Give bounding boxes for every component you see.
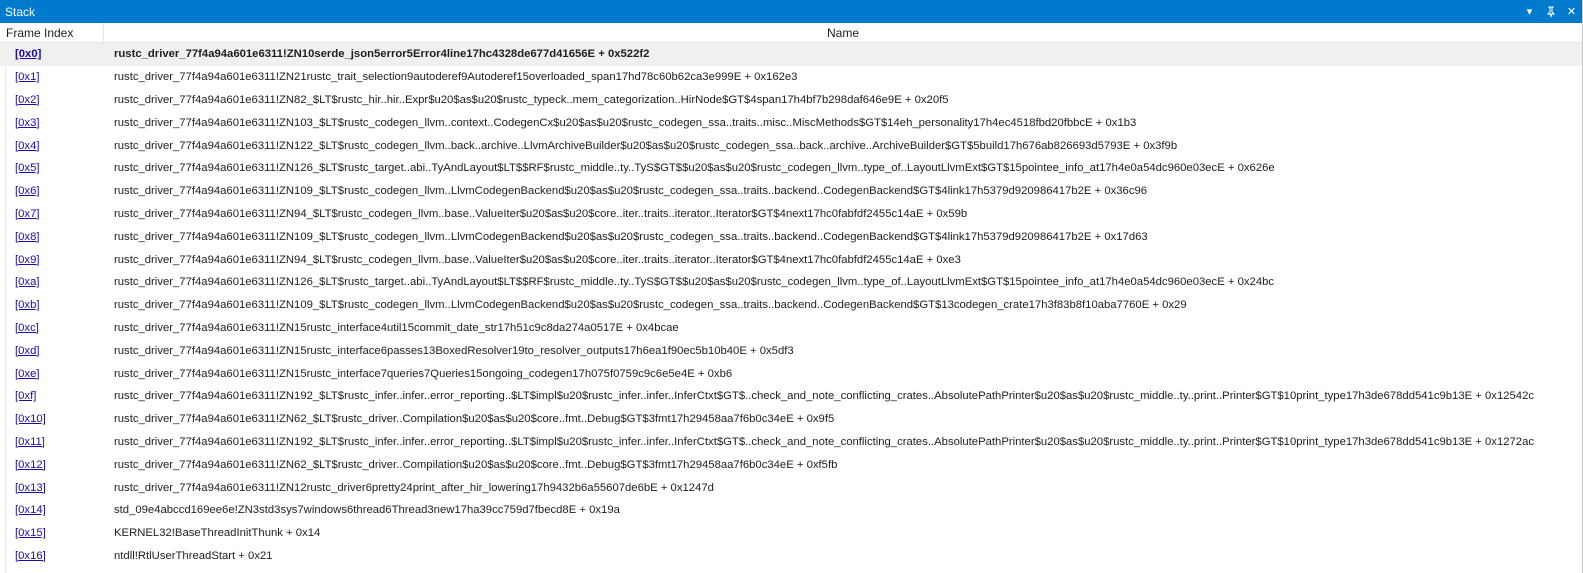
table-row[interactable]: [0x6] rustc_driver_77f4a94a601e6311!ZN109… xyxy=(0,180,1582,203)
table-row[interactable]: [0x4] rustc_driver_77f4a94a601e6311!ZN122… xyxy=(0,134,1582,157)
stack-frame-list: [0x0] rustc_driver_77f4a94a601e6311!ZN10s… xyxy=(0,43,1582,567)
frame-name: std_09e4abccd169ee6e!ZN3std3sys7windows6… xyxy=(114,504,620,517)
frame-index-link[interactable]: [0x5] xyxy=(0,162,114,174)
column-header-frame-index[interactable]: Frame Index xyxy=(0,23,104,42)
frame-name: rustc_driver_77f4a94a601e6311!ZN126_$LT$… xyxy=(114,162,1275,175)
table-row[interactable]: [0x9] rustc_driver_77f4a94a601e6311!ZN94_… xyxy=(0,248,1582,271)
table-row[interactable]: [0x14] std_09e4abccd169ee6e!ZN3std3sys7wi… xyxy=(0,499,1582,522)
pin-icon[interactable] xyxy=(1540,0,1561,23)
frame-name: rustc_driver_77f4a94a601e6311!ZN192_$LT$… xyxy=(114,390,1535,403)
frame-index-link[interactable]: [0x13] xyxy=(0,482,114,494)
frame-index-link[interactable]: [0x2] xyxy=(0,94,114,106)
frame-name: rustc_driver_77f4a94a601e6311!ZN15rustc_… xyxy=(114,367,733,380)
table-row[interactable]: [0x2] rustc_driver_77f4a94a601e6311!ZN82_… xyxy=(0,89,1582,112)
table-row[interactable]: [0x7] rustc_driver_77f4a94a601e6311!ZN94_… xyxy=(0,203,1582,226)
frame-index-link[interactable]: [0x3] xyxy=(0,117,114,129)
table-row[interactable]: [0x12] rustc_driver_77f4a94a601e6311!ZN62… xyxy=(0,453,1582,476)
frame-name: rustc_driver_77f4a94a601e6311!ZN10serde_… xyxy=(114,48,650,61)
frame-name: rustc_driver_77f4a94a601e6311!ZN62_$LT$r… xyxy=(114,413,835,426)
frame-name: rustc_driver_77f4a94a601e6311!ZN94_$LT$r… xyxy=(114,253,961,266)
stack-window: Stack ▾ ✕ Frame Index Name [0x0] rustc_dr… xyxy=(0,0,1583,573)
frame-index-link[interactable]: [0x6] xyxy=(0,185,114,197)
frame-index-link[interactable]: [0x10] xyxy=(0,413,114,425)
frame-index-link[interactable]: [0xe] xyxy=(0,368,114,380)
table-row[interactable]: [0x11] rustc_driver_77f4a94a601e6311!ZN19… xyxy=(0,431,1582,454)
table-row[interactable]: [0xe] rustc_driver_77f4a94a601e6311!ZN15r… xyxy=(0,362,1582,385)
table-row[interactable]: [0xb] rustc_driver_77f4a94a601e6311!ZN109… xyxy=(0,294,1582,317)
table-row[interactable]: [0xc] rustc_driver_77f4a94a601e6311!ZN15r… xyxy=(0,317,1582,340)
table-row[interactable]: [0x13] rustc_driver_77f4a94a601e6311!ZN12… xyxy=(0,476,1582,499)
frame-index-link[interactable]: [0xa] xyxy=(0,276,114,288)
frame-index-link[interactable]: [0x4] xyxy=(0,140,114,152)
frame-index-link[interactable]: [0x16] xyxy=(0,550,114,562)
frame-index-link[interactable]: [0x15] xyxy=(0,527,114,539)
table-row[interactable]: [0xf] rustc_driver_77f4a94a601e6311!ZN192… xyxy=(0,385,1582,408)
window-controls: ▾ ✕ xyxy=(1519,0,1582,23)
table-row[interactable]: [0x8] rustc_driver_77f4a94a601e6311!ZN109… xyxy=(0,225,1582,248)
title-bar: Stack ▾ ✕ xyxy=(0,0,1582,23)
frame-index-link[interactable]: [0xf] xyxy=(0,390,114,402)
frame-name: rustc_driver_77f4a94a601e6311!ZN15rustc_… xyxy=(114,321,679,334)
table-row[interactable]: [0x10] rustc_driver_77f4a94a601e6311!ZN62… xyxy=(0,408,1582,431)
table-row[interactable]: [0xa] rustc_driver_77f4a94a601e6311!ZN126… xyxy=(0,271,1582,294)
frame-name: rustc_driver_77f4a94a601e6311!ZN103_$LT$… xyxy=(114,116,1137,129)
frame-name: rustc_driver_77f4a94a601e6311!ZN21rustc_… xyxy=(114,71,798,84)
frame-index-link[interactable]: [0xb] xyxy=(0,299,114,311)
frame-index-link[interactable]: [0x7] xyxy=(0,208,114,220)
column-header-row: Frame Index Name xyxy=(0,23,1582,43)
frame-name: ntdll!RtlUserThreadStart + 0x21 xyxy=(114,549,273,562)
chevron-down-icon[interactable]: ▾ xyxy=(1519,0,1540,23)
frame-index-link[interactable]: [0x1] xyxy=(0,71,114,83)
frame-name: rustc_driver_77f4a94a601e6311!ZN109_$LT$… xyxy=(114,230,1148,243)
table-row[interactable]: [0x5] rustc_driver_77f4a94a601e6311!ZN126… xyxy=(0,157,1582,180)
frame-index-link[interactable]: [0x0] xyxy=(0,48,114,60)
frame-index-link[interactable]: [0x11] xyxy=(0,436,114,448)
frame-index-link[interactable]: [0x14] xyxy=(0,504,114,516)
table-row[interactable]: [0xd] rustc_driver_77f4a94a601e6311!ZN15r… xyxy=(0,339,1582,362)
table-row[interactable]: [0x0] rustc_driver_77f4a94a601e6311!ZN10s… xyxy=(0,43,1582,66)
table-row[interactable]: [0x3] rustc_driver_77f4a94a601e6311!ZN103… xyxy=(0,111,1582,134)
frame-name: KERNEL32!BaseThreadInitThunk + 0x14 xyxy=(114,527,321,540)
frame-name: rustc_driver_77f4a94a601e6311!ZN15rustc_… xyxy=(114,344,794,357)
frame-name: rustc_driver_77f4a94a601e6311!ZN126_$LT$… xyxy=(114,276,1275,289)
frame-index-link[interactable]: [0x9] xyxy=(0,254,114,266)
close-icon[interactable]: ✕ xyxy=(1561,0,1582,23)
frame-name: rustc_driver_77f4a94a601e6311!ZN109_$LT$… xyxy=(114,185,1148,198)
table-row[interactable]: [0x16] ntdll!RtlUserThreadStart + 0x21 xyxy=(0,545,1582,568)
column-header-name[interactable]: Name xyxy=(104,23,1582,42)
frame-name: rustc_driver_77f4a94a601e6311!ZN94_$LT$r… xyxy=(114,207,968,220)
table-row[interactable]: [0x15] KERNEL32!BaseThreadInitThunk + 0x1… xyxy=(0,522,1582,545)
frame-index-link[interactable]: [0x12] xyxy=(0,459,114,471)
frame-index-link[interactable]: [0xc] xyxy=(0,322,114,334)
frame-name: rustc_driver_77f4a94a601e6311!ZN62_$LT$r… xyxy=(114,458,838,471)
frame-name: rustc_driver_77f4a94a601e6311!ZN82_$LT$r… xyxy=(114,93,949,106)
table-row[interactable]: [0x1] rustc_driver_77f4a94a601e6311!ZN21r… xyxy=(0,66,1582,89)
frame-index-link[interactable]: [0xd] xyxy=(0,345,114,357)
frame-index-link[interactable]: [0x8] xyxy=(0,231,114,243)
window-title: Stack xyxy=(5,4,36,19)
frame-name: rustc_driver_77f4a94a601e6311!ZN122_$LT$… xyxy=(114,139,1178,152)
frame-name: rustc_driver_77f4a94a601e6311!ZN192_$LT$… xyxy=(114,435,1535,448)
pin-icon-glyph xyxy=(1546,6,1555,17)
frame-name: rustc_driver_77f4a94a601e6311!ZN109_$LT$… xyxy=(114,299,1187,312)
frame-name: rustc_driver_77f4a94a601e6311!ZN12rustc_… xyxy=(114,481,714,494)
